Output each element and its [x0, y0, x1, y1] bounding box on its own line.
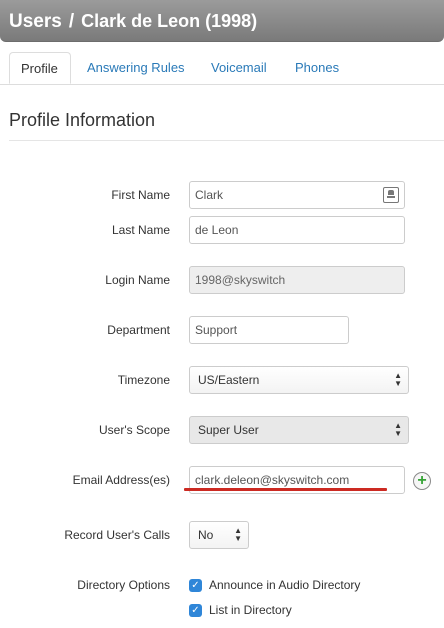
header-section: Users — [9, 11, 62, 32]
last-name-field[interactable] — [189, 216, 405, 244]
header-user-name: Clark de Leon (1998) — [81, 11, 258, 31]
email-highlight-underline — [184, 488, 387, 491]
announce-checkbox[interactable]: ✓ — [189, 579, 202, 592]
scope-value: Super User — [198, 423, 259, 437]
department-label: Department — [107, 323, 170, 337]
header-separator: / — [68, 11, 75, 32]
timezone-value: US/Eastern — [198, 373, 260, 387]
announce-checkbox-label: Announce in Audio Directory — [209, 578, 361, 592]
scope-label: User's Scope — [99, 423, 170, 437]
first-name-field[interactable] — [189, 181, 405, 209]
record-calls-value: No — [198, 528, 214, 542]
last-name-label: Last Name — [111, 223, 170, 237]
login-name-label: Login Name — [105, 273, 170, 287]
email-label: Email Address(es) — [72, 473, 170, 487]
timezone-select[interactable]: US/Eastern ▲ ▼ — [189, 366, 409, 394]
page-header: Users / Clark de Leon (1998) — [0, 0, 444, 42]
timezone-label: Timezone — [117, 373, 170, 387]
scope-select[interactable]: Super User ▲ ▼ — [189, 416, 409, 444]
select-arrows-icon: ▲ ▼ — [394, 371, 402, 388]
record-calls-select[interactable]: No ▲ ▼ — [189, 521, 249, 549]
first-name-label: First Name — [111, 188, 170, 202]
login-name-field — [189, 266, 405, 294]
contact-card-icon[interactable] — [383, 187, 399, 203]
tab-phones[interactable]: Phones — [295, 52, 339, 84]
select-arrows-icon: ▲ ▼ — [234, 526, 242, 543]
select-arrows-icon: ▲ ▼ — [394, 421, 402, 438]
tab-voicemail[interactable]: Voicemail — [211, 52, 267, 84]
record-calls-label: Record User's Calls — [64, 528, 170, 542]
list-directory-checkbox[interactable]: ✓ — [189, 604, 202, 617]
directory-options-label: Directory Options — [77, 578, 170, 592]
section-title: Profile Information — [9, 110, 156, 130]
section-divider — [9, 140, 444, 141]
list-directory-checkbox-label: List in Directory — [209, 603, 292, 617]
tab-profile[interactable]: Profile — [9, 52, 71, 84]
plus-circle-icon[interactable]: + — [413, 472, 431, 490]
department-field[interactable] — [189, 316, 349, 344]
tab-answering-rules[interactable]: Answering Rules — [87, 52, 185, 84]
tab-bar: Profile Answering Rules Voicemail Phones — [0, 52, 444, 85]
